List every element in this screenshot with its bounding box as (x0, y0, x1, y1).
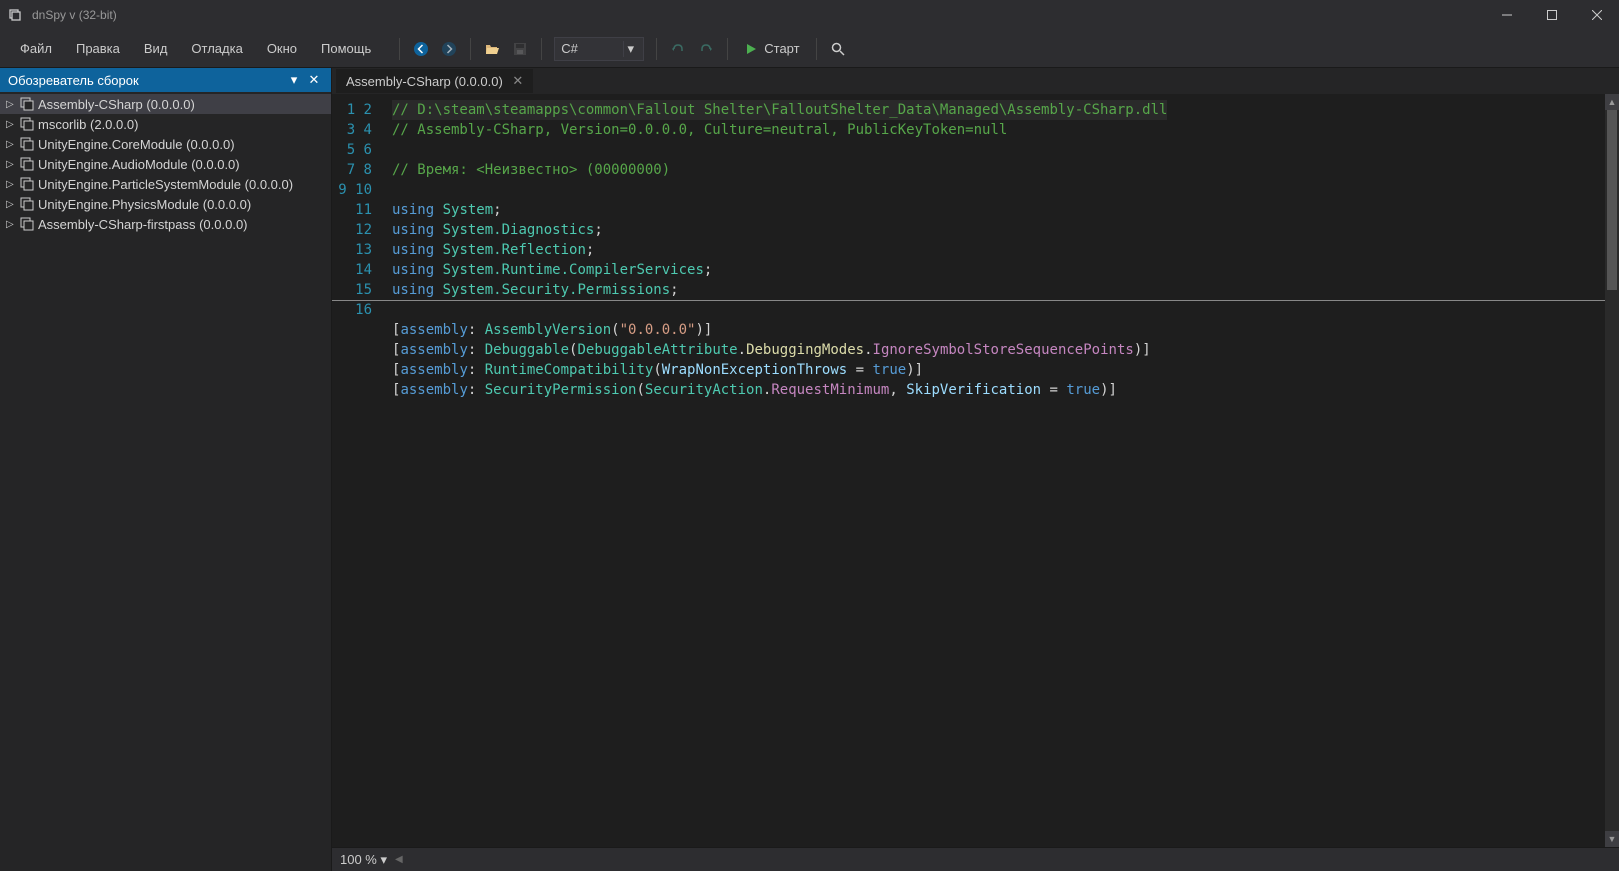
code-content[interactable]: // D:\steam\steamapps\common\Fallout She… (386, 94, 1619, 847)
zoom-combo[interactable]: 100 % ▾ (340, 852, 387, 868)
menu-edit[interactable]: Правка (64, 35, 132, 62)
separator (656, 38, 657, 60)
assembly-icon (20, 137, 38, 151)
tree-item[interactable]: ▷ UnityEngine.CoreModule (0.0.0.0) (0, 134, 331, 154)
assembly-icon (20, 217, 38, 231)
menu-window[interactable]: Окно (255, 35, 309, 62)
app-icon (8, 7, 24, 23)
titlebar: dnSpy v (32-bit) (0, 0, 1619, 30)
tree-item[interactable]: ▷ UnityEngine.ParticleSystemModule (0.0.… (0, 174, 331, 194)
close-button[interactable] (1574, 0, 1619, 30)
line-gutter: 1 2 3 4 5 6 7 8 9 10 11 12 13 14 15 16 (332, 94, 386, 847)
menubar: Файл Правка Вид Отладка Окно Помощь C# ▾ (0, 30, 1619, 68)
start-button[interactable]: Старт (736, 38, 807, 59)
expand-icon[interactable]: ▷ (6, 159, 20, 170)
save-button[interactable] (507, 36, 533, 62)
menu-file[interactable]: Файл (8, 35, 64, 62)
tree-item[interactable]: ▷ UnityEngine.AudioModule (0.0.0.0) (0, 154, 331, 174)
tree-item[interactable]: ▷ mscorlib (2.0.0.0) (0, 114, 331, 134)
menu-debug[interactable]: Отладка (179, 35, 254, 62)
code-editor[interactable]: 1 2 3 4 5 6 7 8 9 10 11 12 13 14 15 16 /… (332, 94, 1619, 847)
tree-item-label: UnityEngine.ParticleSystemModule (0.0.0.… (38, 177, 293, 192)
undo-button[interactable] (665, 36, 691, 62)
separator (727, 38, 728, 60)
separator (816, 38, 817, 60)
nav-forward-button[interactable] (436, 36, 462, 62)
close-icon[interactable]: ✕ (511, 74, 525, 88)
assembly-icon (20, 157, 38, 171)
assembly-icon (20, 197, 38, 211)
tree-item[interactable]: ▷ Assembly-CSharp (0.0.0.0) (0, 94, 331, 114)
scroll-down-button[interactable]: ▼ (1605, 831, 1619, 847)
tree-item-label: Assembly-CSharp-firstpass (0.0.0.0) (38, 217, 248, 232)
scroll-up-button[interactable]: ▲ (1605, 94, 1619, 110)
expand-icon[interactable]: ▷ (6, 99, 20, 110)
vertical-scrollbar[interactable]: ▲ ▼ (1605, 94, 1619, 847)
menu-help[interactable]: Помощь (309, 35, 383, 62)
tree-item-label: UnityEngine.CoreModule (0.0.0.0) (38, 137, 235, 152)
scroll-thumb[interactable] (1607, 110, 1617, 290)
redo-button[interactable] (693, 36, 719, 62)
nav-back-button[interactable] (408, 36, 434, 62)
panel-title: Обозреватель сборок (8, 73, 283, 88)
assembly-icon (20, 117, 38, 131)
tree-item[interactable]: ▷ Assembly-CSharp-firstpass (0.0.0.0) (0, 214, 331, 234)
expand-icon[interactable]: ▷ (6, 139, 20, 150)
menu-view[interactable]: Вид (132, 35, 180, 62)
maximize-button[interactable] (1529, 0, 1574, 30)
separator (541, 38, 542, 60)
panel-header: Обозреватель сборок ▾ ✕ (0, 68, 331, 92)
tree-item-label: UnityEngine.AudioModule (0.0.0.0) (38, 157, 240, 172)
separator (399, 38, 400, 60)
search-button[interactable] (825, 36, 851, 62)
open-button[interactable] (479, 36, 505, 62)
expand-icon[interactable]: ▷ (6, 199, 20, 210)
tree-item-label: mscorlib (2.0.0.0) (38, 117, 138, 132)
chevron-down-icon: ▾ (381, 852, 388, 867)
language-combo-value: C# (561, 41, 578, 56)
language-combo[interactable]: C# ▾ (554, 37, 644, 61)
tree-item-label: Assembly-CSharp (0.0.0.0) (38, 97, 195, 112)
panel-dropdown-icon[interactable]: ▾ (285, 71, 303, 89)
start-button-label: Старт (764, 41, 799, 56)
assembly-tree[interactable]: ▷ Assembly-CSharp (0.0.0.0) ▷ mscorlib (… (0, 92, 331, 871)
separator (470, 38, 471, 60)
editor-tabs: Assembly-CSharp (0.0.0.0) ✕ (332, 68, 1619, 94)
play-icon (744, 42, 758, 56)
tab[interactable]: Assembly-CSharp (0.0.0.0) ✕ (336, 69, 533, 93)
expand-icon[interactable]: ▷ (6, 119, 20, 130)
tree-item-label: UnityEngine.PhysicsModule (0.0.0.0) (38, 197, 251, 212)
separator-line (332, 300, 1605, 301)
scroll-left-button[interactable]: ◀ (395, 854, 403, 865)
expand-icon[interactable]: ▷ (6, 179, 20, 190)
tab-label: Assembly-CSharp (0.0.0.0) (346, 74, 503, 89)
window-title: dnSpy v (32-bit) (32, 8, 117, 22)
chevron-down-icon: ▾ (623, 41, 637, 57)
minimize-button[interactable] (1484, 0, 1529, 30)
assembly-icon (20, 97, 38, 111)
assembly-icon (20, 177, 38, 191)
assembly-explorer-panel: Обозреватель сборок ▾ ✕ ▷ Assembly-CShar… (0, 68, 332, 871)
statusbar: 100 % ▾ ◀ (332, 847, 1619, 871)
close-icon[interactable]: ✕ (305, 71, 323, 89)
expand-icon[interactable]: ▷ (6, 219, 20, 230)
tree-item[interactable]: ▷ UnityEngine.PhysicsModule (0.0.0.0) (0, 194, 331, 214)
